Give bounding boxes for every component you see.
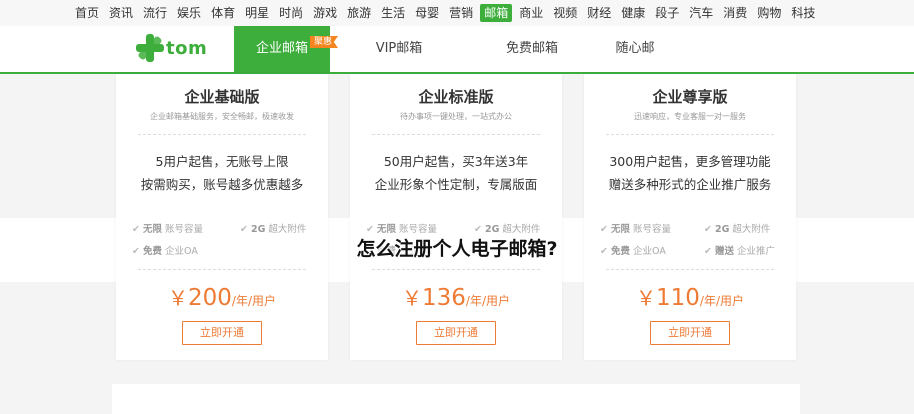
plan-card-premium: 企业尊享版 迅速响应，专业客服一对一服务 300用户起售，更多管理功能 赠送多种… xyxy=(584,74,796,360)
nav-item[interactable]: 游戏 xyxy=(308,4,342,22)
plan-price: ￥136/年/用户 xyxy=(402,285,510,311)
nav-item[interactable]: 视频 xyxy=(548,4,582,22)
plan-subtitle: 迅速响应，专业客服一对一服务 xyxy=(634,112,746,121)
nav-item[interactable]: 购物 xyxy=(752,4,786,22)
divider xyxy=(138,269,306,270)
nav-item[interactable]: 科技 xyxy=(786,4,820,22)
tom-logo[interactable]: tom xyxy=(136,32,207,64)
nav-item[interactable]: 健康 xyxy=(616,4,650,22)
plan-line-1: 5用户起售，无账号上限 xyxy=(155,154,289,169)
plan-line-2: 企业形象个性定制，专属版面 xyxy=(374,177,538,192)
plan-subtitle: 企业邮箱基础服务，安全畅邮，极速收发 xyxy=(150,112,294,121)
plan-price: ￥110/年/用户 xyxy=(636,285,744,311)
tab-free-mail[interactable]: 免费邮箱 xyxy=(484,26,580,72)
tab-label: VIP邮箱 xyxy=(375,41,423,56)
nav-item[interactable]: 商业 xyxy=(514,4,548,22)
nav-item[interactable]: 首页 xyxy=(70,4,104,22)
nav-item[interactable]: 母婴 xyxy=(410,4,444,22)
divider xyxy=(606,134,774,135)
nav-item[interactable]: 流行 xyxy=(138,4,172,22)
plan-subtitle: 待办事项一键处理，一站式办公 xyxy=(400,112,512,121)
overlay-title: 怎么注册个人电子邮箱? xyxy=(356,238,558,260)
tab-label: 企业邮箱 xyxy=(255,41,308,56)
tab-enterprise-mail[interactable]: 企业邮箱 聚惠 xyxy=(234,26,338,72)
nav-item[interactable]: 消费 xyxy=(718,4,752,22)
clover-logo-icon xyxy=(136,34,164,62)
nav-item[interactable]: 旅游 xyxy=(342,4,376,22)
top-nav-items: 首页 资讯 流行 娱乐 体育 明星 时尚 游戏 旅游 生活 母婴 营销 邮箱 商业 视频 财经 健康 段子 汽车 消费… xyxy=(70,0,820,26)
bottom-panel xyxy=(112,384,800,414)
mail-header: tom 企业邮箱 聚惠 VIP邮箱 免费邮箱 随心邮 xyxy=(0,26,914,74)
feature-item: ✔ 无限 账号容量 xyxy=(600,224,672,235)
open-now-button[interactable]: 立即开通 xyxy=(650,321,730,345)
nav-item[interactable]: 邮箱 xyxy=(480,4,513,22)
open-now-button[interactable]: 立即开通 xyxy=(416,321,496,345)
nav-item[interactable]: 生活 xyxy=(376,4,410,22)
nav-item[interactable]: 汽车 xyxy=(684,4,718,22)
divider xyxy=(138,134,306,135)
promo-badge: 聚惠 xyxy=(309,36,338,48)
nav-item[interactable]: 营销 xyxy=(444,4,478,22)
feature-item: ✔ 无限 账号容量 xyxy=(366,224,438,235)
logo-text: tom xyxy=(166,37,208,59)
tab-label: 随心邮 xyxy=(615,41,655,56)
top-category-nav: 首页 资讯 流行 娱乐 体育 明星 时尚 游戏 旅游 生活 母婴 营销 邮箱 商业 视频 财经 健康 段子 汽车 消费… xyxy=(0,0,914,27)
feature-item: ✔ 2G 超大附件 xyxy=(704,224,771,235)
nav-item[interactable]: 明星 xyxy=(240,4,274,22)
open-now-button[interactable]: 立即开通 xyxy=(182,321,262,345)
feature-item: ✔ 无限 账号容量 xyxy=(132,224,204,235)
nav-item[interactable]: 时尚 xyxy=(274,4,308,22)
feature-item: ✔ 2G 超大附件 xyxy=(474,224,541,235)
plan-line-1: 50用户起售，买3年送3年 xyxy=(383,154,529,169)
tab-vip-mail[interactable]: VIP邮箱 xyxy=(356,26,442,72)
plan-line-2: 赠送多种形式的企业推广服务 xyxy=(608,177,772,192)
plan-card-standard: 企业标准版 待办事项一键处理，一站式办公 50用户起售，买3年送3年 企业形象个… xyxy=(350,74,562,360)
plan-title: 企业尊享版 xyxy=(652,88,728,106)
divider xyxy=(372,269,540,270)
plan-price: ￥200/年/用户 xyxy=(168,285,276,311)
nav-item[interactable]: 财经 xyxy=(582,4,616,22)
plan-card-basic: 企业基础版 企业邮箱基础服务，安全畅邮，极速收发 5用户起售，无账号上限 按需购… xyxy=(116,74,328,360)
plan-line-2: 按需购买，账号越多优惠越多 xyxy=(140,177,304,192)
nav-item[interactable]: 资讯 xyxy=(104,4,138,22)
nav-item[interactable]: 娱乐 xyxy=(172,4,206,22)
plan-title: 企业标准版 xyxy=(418,88,494,106)
nav-item[interactable]: 体育 xyxy=(206,4,240,22)
tab-label: 免费邮箱 xyxy=(505,41,558,56)
feature-item: ✔ 2G 超大附件 xyxy=(240,224,307,235)
nav-item[interactable]: 段子 xyxy=(650,4,684,22)
plan-line-1: 300用户起售，更多管理功能 xyxy=(609,154,771,169)
plan-title: 企业基础版 xyxy=(184,88,260,106)
divider xyxy=(372,134,540,135)
divider xyxy=(606,269,774,270)
tab-suixin-mail[interactable]: 随心邮 xyxy=(600,26,670,72)
